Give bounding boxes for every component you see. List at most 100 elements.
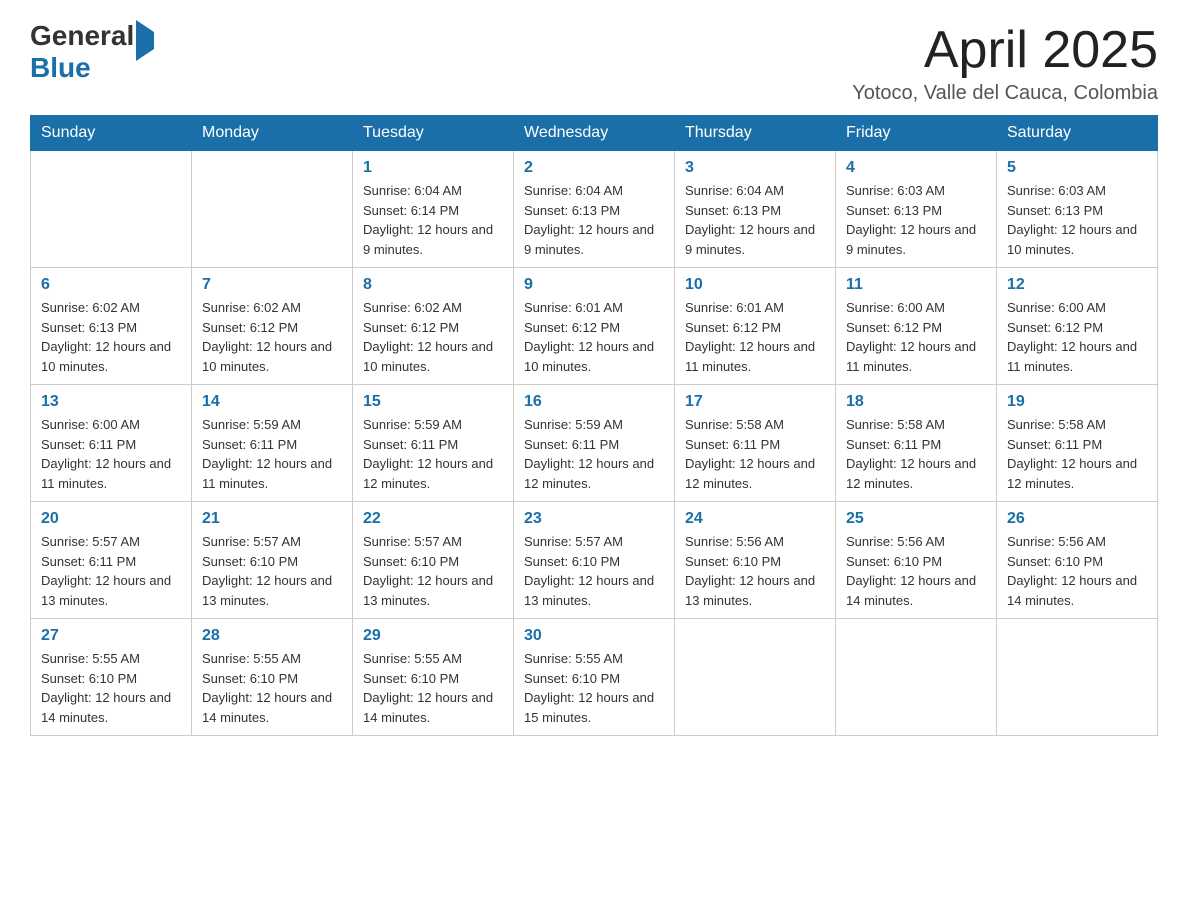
day-info: Sunrise: 6:01 AMSunset: 6:12 PMDaylight:… (524, 298, 664, 376)
day-cell: 9 Sunrise: 6:01 AMSunset: 6:12 PMDaylight… (514, 268, 675, 385)
day-cell: 4 Sunrise: 6:03 AMSunset: 6:13 PMDaylight… (836, 151, 997, 268)
location-title: Yotoco, Valle del Cauca, Colombia (852, 82, 1158, 105)
day-number: 28 (202, 627, 342, 645)
day-cell: 30Sunrise: 5:55 AMSunset: 6:10 PMDayligh… (514, 619, 675, 736)
day-cell: 7 Sunrise: 6:02 AMSunset: 6:12 PMDaylight… (192, 268, 353, 385)
day-cell: 5 Sunrise: 6:03 AMSunset: 6:13 PMDaylight… (997, 151, 1158, 268)
day-info: Sunrise: 6:00 AMSunset: 6:12 PMDaylight:… (1007, 298, 1147, 376)
day-cell: 12Sunrise: 6:00 AMSunset: 6:12 PMDayligh… (997, 268, 1158, 385)
day-cell: 6Sunrise: 6:02 AMSunset: 6:13 PMDaylight… (31, 268, 192, 385)
day-info: Sunrise: 5:58 AMSunset: 6:11 PMDaylight:… (846, 415, 986, 493)
day-info: Sunrise: 6:03 AMSunset: 6:13 PMDaylight:… (1007, 181, 1147, 259)
day-info: Sunrise: 5:56 AMSunset: 6:10 PMDaylight:… (1007, 532, 1147, 610)
day-info: Sunrise: 5:56 AMSunset: 6:10 PMDaylight:… (685, 532, 825, 610)
day-number: 18 (846, 393, 986, 411)
day-info: Sunrise: 6:02 AMSunset: 6:12 PMDaylight:… (363, 298, 503, 376)
header-row: SundayMondayTuesdayWednesdayThursdayFrid… (31, 116, 1158, 151)
day-info: Sunrise: 6:03 AMSunset: 6:13 PMDaylight:… (846, 181, 986, 259)
day-info: Sunrise: 5:59 AMSunset: 6:11 PMDaylight:… (202, 415, 342, 493)
day-info: Sunrise: 6:02 AMSunset: 6:13 PMDaylight:… (41, 298, 181, 376)
day-info: Sunrise: 5:56 AMSunset: 6:10 PMDaylight:… (846, 532, 986, 610)
day-info: Sunrise: 6:04 AMSunset: 6:14 PMDaylight:… (363, 181, 503, 259)
day-cell (31, 151, 192, 268)
day-number: 17 (685, 393, 825, 411)
day-cell: 18 Sunrise: 5:58 AMSunset: 6:11 PMDayligh… (836, 385, 997, 502)
day-cell: 25Sunrise: 5:56 AMSunset: 6:10 PMDayligh… (836, 502, 997, 619)
day-number: 4 (846, 159, 986, 177)
day-cell (192, 151, 353, 268)
logo-text: General Blue (30, 20, 154, 84)
day-info: Sunrise: 6:02 AMSunset: 6:12 PMDaylight:… (202, 298, 342, 376)
column-header-sunday: Sunday (31, 116, 192, 151)
day-info: Sunrise: 5:57 AMSunset: 6:10 PMDaylight:… (202, 532, 342, 610)
calendar-body: 1 Sunrise: 6:04 AMSunset: 6:14 PMDaylight… (31, 151, 1158, 736)
day-cell: 22 Sunrise: 5:57 AMSunset: 6:10 PMDayligh… (353, 502, 514, 619)
day-cell: 2 Sunrise: 6:04 AMSunset: 6:13 PMDaylight… (514, 151, 675, 268)
day-cell: 20 Sunrise: 5:57 AMSunset: 6:11 PMDayligh… (31, 502, 192, 619)
day-info: Sunrise: 5:55 AMSunset: 6:10 PMDaylight:… (41, 649, 181, 727)
column-header-friday: Friday (836, 116, 997, 151)
day-cell: 14Sunrise: 5:59 AMSunset: 6:11 PMDayligh… (192, 385, 353, 502)
day-number: 1 (363, 159, 503, 177)
day-info: Sunrise: 6:01 AMSunset: 6:12 PMDaylight:… (685, 298, 825, 376)
week-row-1: 1 Sunrise: 6:04 AMSunset: 6:14 PMDaylight… (31, 151, 1158, 268)
column-header-monday: Monday (192, 116, 353, 151)
day-number: 26 (1007, 510, 1147, 528)
day-cell: 24Sunrise: 5:56 AMSunset: 6:10 PMDayligh… (675, 502, 836, 619)
week-row-5: 27Sunrise: 5:55 AMSunset: 6:10 PMDayligh… (31, 619, 1158, 736)
logo-arrow-icon (136, 20, 154, 61)
day-number: 13 (41, 393, 181, 411)
day-info: Sunrise: 5:57 AMSunset: 6:10 PMDaylight:… (363, 532, 503, 610)
day-number: 29 (363, 627, 503, 645)
day-info: Sunrise: 5:57 AMSunset: 6:11 PMDaylight:… (41, 532, 181, 610)
day-cell: 3 Sunrise: 6:04 AMSunset: 6:13 PMDaylight… (675, 151, 836, 268)
day-number: 8 (363, 276, 503, 294)
day-cell: 11Sunrise: 6:00 AMSunset: 6:12 PMDayligh… (836, 268, 997, 385)
day-cell: 28Sunrise: 5:55 AMSunset: 6:10 PMDayligh… (192, 619, 353, 736)
calendar-header: SundayMondayTuesdayWednesdayThursdayFrid… (31, 116, 1158, 151)
day-cell (836, 619, 997, 736)
day-info: Sunrise: 5:58 AMSunset: 6:11 PMDaylight:… (1007, 415, 1147, 493)
day-number: 15 (363, 393, 503, 411)
day-cell (997, 619, 1158, 736)
day-number: 19 (1007, 393, 1147, 411)
day-cell: 16Sunrise: 5:59 AMSunset: 6:11 PMDayligh… (514, 385, 675, 502)
day-cell: 21 Sunrise: 5:57 AMSunset: 6:10 PMDayligh… (192, 502, 353, 619)
day-cell: 13 Sunrise: 6:00 AMSunset: 6:11 PMDayligh… (31, 385, 192, 502)
day-number: 9 (524, 276, 664, 294)
calendar-table: SundayMondayTuesdayWednesdayThursdayFrid… (30, 115, 1158, 736)
day-info: Sunrise: 6:04 AMSunset: 6:13 PMDaylight:… (524, 181, 664, 259)
logo: General Blue (30, 20, 154, 84)
day-number: 22 (363, 510, 503, 528)
day-info: Sunrise: 5:55 AMSunset: 6:10 PMDaylight:… (363, 649, 503, 727)
day-number: 2 (524, 159, 664, 177)
day-info: Sunrise: 6:04 AMSunset: 6:13 PMDaylight:… (685, 181, 825, 259)
day-info: Sunrise: 6:00 AMSunset: 6:12 PMDaylight:… (846, 298, 986, 376)
day-cell: 26 Sunrise: 5:56 AMSunset: 6:10 PMDayligh… (997, 502, 1158, 619)
column-header-wednesday: Wednesday (514, 116, 675, 151)
day-number: 21 (202, 510, 342, 528)
day-number: 5 (1007, 159, 1147, 177)
day-number: 7 (202, 276, 342, 294)
day-cell: 29 Sunrise: 5:55 AMSunset: 6:10 PMDayligh… (353, 619, 514, 736)
month-title: April 2025 (852, 20, 1158, 80)
column-header-tuesday: Tuesday (353, 116, 514, 151)
day-cell: 15 Sunrise: 5:59 AMSunset: 6:11 PMDayligh… (353, 385, 514, 502)
day-number: 20 (41, 510, 181, 528)
day-info: Sunrise: 6:00 AMSunset: 6:11 PMDaylight:… (41, 415, 181, 493)
day-info: Sunrise: 5:59 AMSunset: 6:11 PMDaylight:… (363, 415, 503, 493)
column-header-saturday: Saturday (997, 116, 1158, 151)
day-number: 30 (524, 627, 664, 645)
day-cell: 1 Sunrise: 6:04 AMSunset: 6:14 PMDaylight… (353, 151, 514, 268)
day-cell: 8 Sunrise: 6:02 AMSunset: 6:12 PMDaylight… (353, 268, 514, 385)
day-info: Sunrise: 5:57 AMSunset: 6:10 PMDaylight:… (524, 532, 664, 610)
day-number: 3 (685, 159, 825, 177)
logo-blue: Blue (30, 52, 91, 83)
logo-general: General (30, 20, 134, 51)
day-cell (675, 619, 836, 736)
week-row-2: 6Sunrise: 6:02 AMSunset: 6:13 PMDaylight… (31, 268, 1158, 385)
day-cell: 17Sunrise: 5:58 AMSunset: 6:11 PMDayligh… (675, 385, 836, 502)
day-number: 23 (524, 510, 664, 528)
week-row-3: 13 Sunrise: 6:00 AMSunset: 6:11 PMDayligh… (31, 385, 1158, 502)
week-row-4: 20 Sunrise: 5:57 AMSunset: 6:11 PMDayligh… (31, 502, 1158, 619)
